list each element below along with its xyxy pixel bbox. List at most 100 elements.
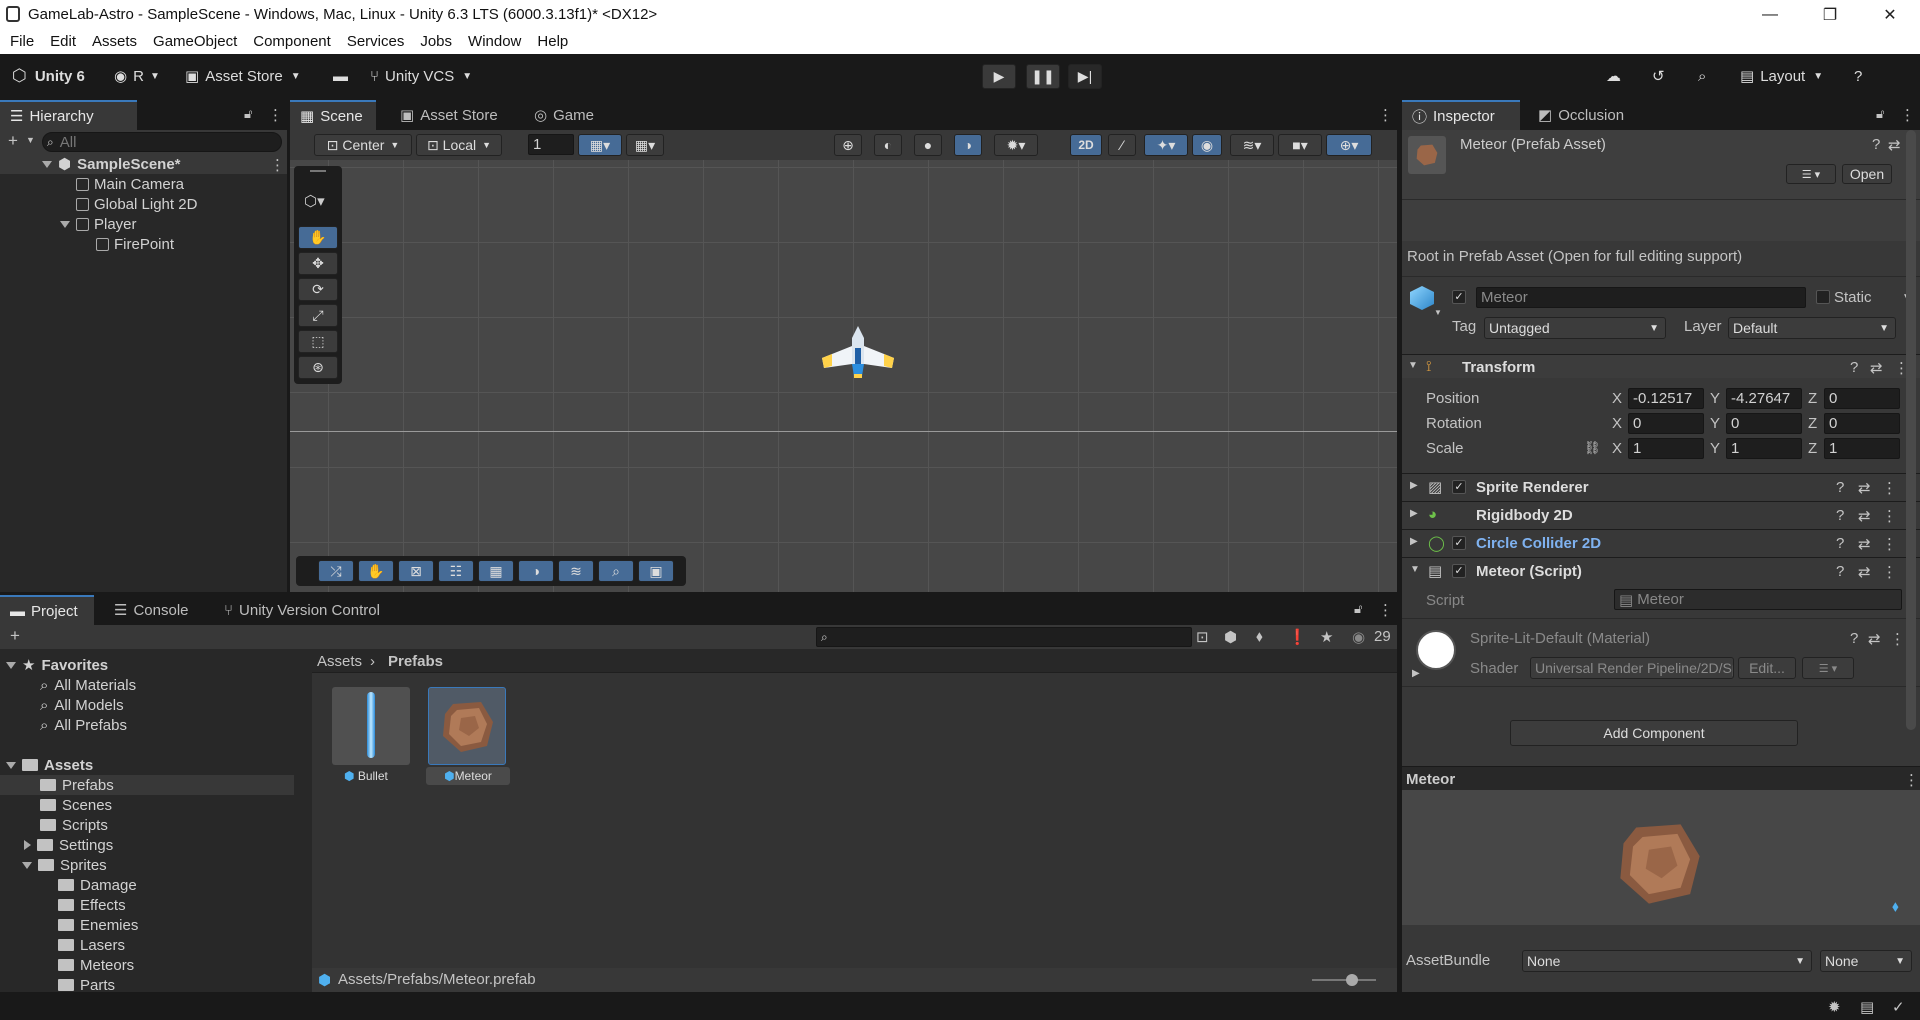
position-x-field[interactable]: -0.12517 [1628, 388, 1704, 409]
scene-root[interactable]: ⬢ SampleScene* [42, 154, 181, 174]
folder-meteors[interactable]: Meteors [58, 955, 134, 975]
collapse-icon[interactable]: ▶ [1410, 536, 1418, 547]
asset-thumb-meteor[interactable] [428, 687, 506, 765]
help-icon[interactable]: ? [1836, 535, 1844, 552]
hierarchy-item-player[interactable]: Player [60, 214, 137, 234]
minimize-button[interactable]: — [1740, 0, 1800, 29]
expand-icon[interactable] [42, 160, 52, 168]
hierarchy-item-global-light[interactable]: Global Light 2D [76, 194, 197, 214]
camera-icon[interactable]: ■▾ [1278, 134, 1322, 156]
tab-occlusion[interactable]: ◩ Occlusion [1528, 100, 1634, 130]
scale-tool-icon[interactable]: ⤢ [298, 304, 338, 327]
hand-tool-icon[interactable]: ✋ [298, 226, 338, 249]
thumbnail-size-slider[interactable] [1312, 979, 1376, 981]
object-name-input[interactable]: Meteor [1476, 287, 1806, 308]
breadcrumb-assets[interactable]: Assets [317, 653, 362, 670]
rotation-y-field[interactable]: 0 [1726, 413, 1802, 434]
check-icon[interactable]: ✓ [1892, 998, 1905, 1016]
expand-icon[interactable] [60, 220, 70, 228]
more-icon[interactable]: ⋮ [1882, 535, 1897, 553]
asset-thumb-bullet[interactable] [332, 687, 410, 765]
preset-icon[interactable]: ⇄ [1858, 507, 1871, 525]
help-icon[interactable]: ? [1836, 563, 1844, 580]
close-button[interactable]: ✕ [1860, 0, 1920, 29]
preset-icon[interactable]: ⇄ [1868, 630, 1881, 648]
assets-header[interactable]: Assets [6, 755, 93, 775]
grid-visibility-button[interactable]: ▦▾ [626, 134, 664, 156]
layout-dropdown[interactable]: ▤ Layout ▼ [1740, 63, 1823, 89]
menu-help[interactable]: Help [529, 33, 576, 50]
more-icon[interactable]: ⋮ [1378, 106, 1393, 124]
step-button[interactable]: ▶| [1068, 64, 1102, 89]
rotation-z-field[interactable]: 0 [1824, 413, 1900, 434]
fav-all-materials[interactable]: ⌕ All Materials [40, 675, 136, 695]
tab-version-control[interactable]: ⑂ Unity Version Control [214, 595, 390, 625]
tab-asset-store[interactable]: ▣ Asset Store [390, 100, 508, 130]
static-checkbox[interactable] [1816, 290, 1830, 304]
scale-y-field[interactable]: 1 [1726, 438, 1802, 459]
asset-store-dropdown[interactable]: ▣ Asset Store ▼ [185, 63, 301, 89]
audio-icon[interactable]: ⁄ [1108, 134, 1136, 156]
folder-scenes[interactable]: Scenes [40, 795, 112, 815]
tab-game[interactable]: ◎ Game [524, 100, 604, 130]
collapse-icon[interactable] [24, 840, 31, 850]
filter-type-icon[interactable]: ⬢ [1224, 628, 1237, 646]
transform-tool-icon[interactable]: ⊛ [298, 356, 338, 379]
rect-tool-icon[interactable]: ⬚ [298, 330, 338, 353]
help-icon[interactable]: ? [1836, 479, 1844, 496]
help-icon[interactable]: ? [1872, 136, 1880, 153]
folder-sprites[interactable]: Sprites [22, 855, 107, 875]
transform-header[interactable]: ▼ ⟟ Transform ? ⇄ ⋮ [1402, 354, 1920, 378]
sliders-icon[interactable]: ☷ [438, 560, 474, 582]
grid-snap-button[interactable]: ▦▾ [578, 134, 622, 156]
scale-z-field[interactable]: 1 [1824, 438, 1900, 459]
more-icon[interactable]: ⋮ [268, 106, 283, 124]
edit-shader-button[interactable]: Edit... [1738, 657, 1796, 679]
collapse-icon[interactable]: ▶ [1412, 668, 1420, 679]
more-icon[interactable]: ⋮ [1882, 479, 1897, 497]
favorites-header[interactable]: ★ Favorites [6, 655, 108, 675]
layer-dropdown[interactable]: Default ▼ [1728, 317, 1896, 339]
snap-increment-input[interactable]: 1 [528, 134, 574, 155]
camera-icon[interactable]: ▣ [638, 560, 674, 582]
folder-settings[interactable]: Settings [24, 835, 113, 855]
more-icon[interactable]: ⋮ [1900, 106, 1915, 124]
preset-icon[interactable]: ⇄ [1858, 479, 1871, 497]
position-y-field[interactable]: -4.27647 [1726, 388, 1802, 409]
material-options-dropdown[interactable]: ☰ ▾ [1802, 657, 1854, 679]
lock-icon[interactable]: 🔓︎ [244, 106, 252, 122]
account-dropdown[interactable]: ◉ R ▼ [114, 63, 160, 89]
menu-file[interactable]: File [0, 33, 42, 50]
history-icon[interactable]: ↺ [1652, 63, 1665, 89]
breadcrumb-prefabs[interactable]: Prefabs [388, 653, 443, 670]
unity-account-button[interactable]: ⬡ Unity 6 [12, 63, 85, 89]
meteor-script-header[interactable]: ▼ ▤ ✓ Meteor (Script) ? ⇄ ⋮ [1402, 557, 1920, 585]
package-icon[interactable]: ▬ [333, 63, 348, 89]
expand-icon[interactable] [6, 761, 16, 769]
folder-damage[interactable]: Damage [58, 875, 137, 895]
hierarchy-search-input[interactable]: ⌕ All [42, 132, 282, 152]
settings-icon[interactable]: ⇄ [1888, 136, 1901, 154]
expand-icon[interactable] [6, 661, 16, 669]
vcs-dropdown[interactable]: ⑂ Unity VCS ▼ [370, 63, 472, 89]
shader-dropdown[interactable]: Universal Render Pipeline/2D/Sp [1530, 657, 1734, 679]
meteor-script-checkbox[interactable]: ✓ [1452, 564, 1466, 578]
menu-jobs[interactable]: Jobs [412, 33, 460, 50]
preview-header[interactable]: Meteor ⋮ [1402, 766, 1920, 790]
pivot-dropdown[interactable]: ⊡ Center ▼ [314, 134, 412, 156]
more-icon[interactable]: ⋮ [1904, 771, 1919, 789]
player-ship-sprite[interactable] [818, 324, 898, 380]
hand-icon[interactable]: ✋ [358, 560, 394, 582]
rotate-tool-icon[interactable]: ⟳ [298, 278, 338, 301]
menu-window[interactable]: Window [460, 33, 529, 50]
add-icon[interactable]: + [8, 131, 18, 151]
tab-scene[interactable]: ▦ Scene [290, 100, 376, 130]
more-icon[interactable]: ⋮ [1378, 601, 1393, 619]
preset-icon[interactable]: ⇄ [1870, 359, 1883, 377]
lighting-icon[interactable]: ◑ [954, 134, 982, 156]
add-icon[interactable]: + [10, 626, 20, 646]
folder-prefabs[interactable]: Prefabs [40, 775, 114, 795]
sprite-renderer-header[interactable]: ▶ ▨ ✓ Sprite Renderer ? ⇄ ⋮ [1402, 473, 1920, 501]
visibility-icon[interactable]: ◉ [1192, 134, 1222, 156]
tag-dropdown[interactable]: Untagged ▼ [1484, 317, 1666, 339]
